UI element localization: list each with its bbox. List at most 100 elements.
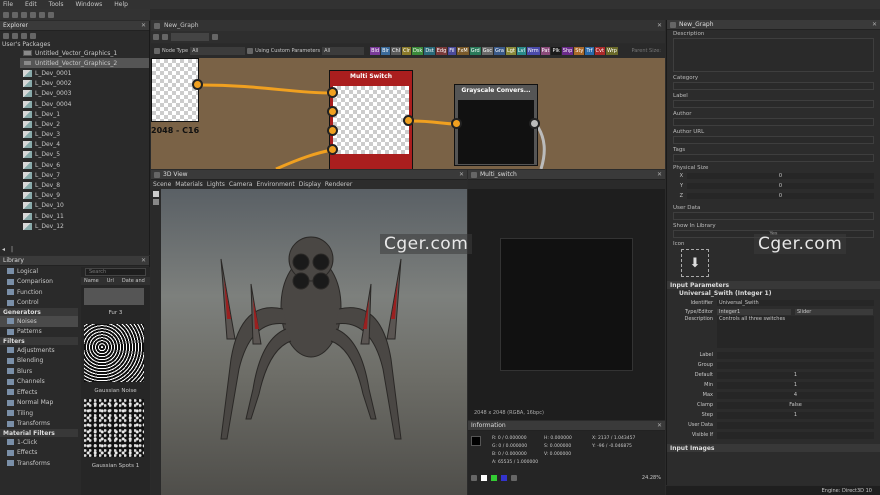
param-row-field[interactable]: 4 <box>717 391 874 399</box>
output-pin[interactable] <box>192 79 203 90</box>
new-icon[interactable] <box>3 11 9 18</box>
menu-edit[interactable]: Edit <box>25 1 37 8</box>
output-pin[interactable] <box>403 115 414 126</box>
explorer-item[interactable]: L_Dev_8 <box>20 180 149 190</box>
menu-tools[interactable]: Tools <box>49 1 64 8</box>
zoom-level[interactable]: 24.28% <box>642 475 661 481</box>
custom-params-select[interactable]: All <box>322 47 365 55</box>
channel-icon[interactable] <box>471 475 477 481</box>
explorer-item[interactable]: L_Dev_0004 <box>20 99 149 109</box>
library-item[interactable]: 1-Click <box>0 437 78 448</box>
param-row-field[interactable]: 1 <box>717 411 874 419</box>
library-item[interactable]: Transforms <box>0 419 78 430</box>
library-item[interactable]: Comparison <box>0 277 78 288</box>
close-icon[interactable]: ✕ <box>657 22 662 29</box>
view3d-menu-item[interactable]: Renderer <box>325 181 352 188</box>
close-icon[interactable]: ✕ <box>141 257 146 264</box>
param-description-field[interactable]: Controls all three switches <box>717 316 874 348</box>
category-chip[interactable]: Pat <box>540 47 551 55</box>
close-icon[interactable]: ✕ <box>657 422 662 429</box>
category-chip[interactable]: Cvt <box>594 47 605 55</box>
library-item[interactable]: Effects <box>0 387 78 398</box>
grayscale-node[interactable]: Grayscale Convers... <box>454 84 538 166</box>
category-chip[interactable]: Bld <box>370 47 381 55</box>
category-chip[interactable]: Trf <box>585 47 594 55</box>
graph-tab[interactable]: New_Graph <box>164 22 199 29</box>
param-row-field[interactable]: False <box>717 401 874 409</box>
identifier-field[interactable]: Universal_Swith <box>717 299 874 306</box>
open-package-icon[interactable] <box>12 32 18 39</box>
explorer-item[interactable]: L_Dev_10 <box>20 201 149 211</box>
explorer-item[interactable]: Untitled_Vector_Graphics_2 <box>20 58 149 69</box>
thumb-gaussian-noise[interactable] <box>84 324 144 382</box>
category-chip[interactable]: Nrm <box>527 47 540 55</box>
input-parameters-header[interactable]: Input Parameters <box>667 281 880 289</box>
input-pin[interactable] <box>327 125 338 136</box>
library-item[interactable]: Channels <box>0 377 78 388</box>
library-item[interactable]: Transforms <box>0 458 78 469</box>
param-header[interactable]: Universal_Swith (Integer 1) <box>667 289 880 298</box>
undo-icon[interactable] <box>39 11 45 18</box>
close-icon[interactable]: ✕ <box>459 171 464 178</box>
category-chip[interactable]: Shp <box>561 47 574 55</box>
category-chip[interactable]: Chl <box>390 47 402 55</box>
category-chip[interactable]: Edg <box>435 47 448 55</box>
library-item[interactable]: Blurs <box>0 366 78 377</box>
input-pin[interactable] <box>327 87 338 98</box>
view3d-menu-item[interactable]: Camera <box>229 181 253 188</box>
redo-icon[interactable] <box>48 11 54 18</box>
explorer-prev-icon[interactable]: ◂ <box>2 246 5 253</box>
library-item[interactable]: Adjustments <box>0 345 78 356</box>
size-field[interactable]: 0 <box>687 173 874 179</box>
tags-field[interactable] <box>673 154 874 162</box>
explorer-root[interactable]: User's Packages <box>0 40 149 48</box>
col-date[interactable]: Date and <box>122 278 145 284</box>
col-url[interactable]: Url <box>107 278 114 284</box>
library-section-header[interactable]: Generators <box>0 308 78 316</box>
category-chip[interactable]: Grd <box>469 47 481 55</box>
param-row-field[interactable] <box>717 361 874 369</box>
param-row-field[interactable] <box>717 351 874 359</box>
node-type-select[interactable]: All <box>190 47 246 55</box>
label-field[interactable] <box>673 100 874 108</box>
save-icon[interactable] <box>21 11 27 18</box>
output-pin[interactable] <box>529 118 540 129</box>
category-chip[interactable]: Lgt <box>505 47 516 55</box>
category-chip[interactable]: Gra <box>493 47 505 55</box>
view3d-menu-item[interactable]: Lights <box>207 181 225 188</box>
size-field[interactable]: 0 <box>687 183 874 189</box>
grid-icon[interactable] <box>153 34 159 40</box>
library-item[interactable]: Patterns <box>0 327 78 338</box>
category-chip[interactable]: FxM <box>456 47 469 55</box>
category-chip[interactable]: Dst <box>424 47 435 55</box>
close-icon[interactable]: ✕ <box>141 22 146 29</box>
category-chip[interactable]: Wrp <box>605 47 618 55</box>
refresh-icon[interactable] <box>30 32 36 39</box>
editor-select[interactable]: Slider <box>795 308 873 315</box>
white-channel-icon[interactable] <box>481 475 487 481</box>
library-item[interactable]: Normal Map <box>0 398 78 409</box>
library-search-input[interactable]: Search <box>85 268 146 276</box>
explorer-item[interactable]: Untitled_Vector_Graphics_1 <box>20 48 149 58</box>
download-icon[interactable]: ⬇ <box>681 249 709 277</box>
library-item[interactable]: Control <box>0 298 78 309</box>
library-item[interactable]: Noises <box>0 316 78 327</box>
size-field[interactable]: 0 <box>687 193 874 199</box>
explorer-item[interactable]: L_Dev_2 <box>20 119 149 129</box>
input-pin[interactable] <box>327 144 338 155</box>
category-chip[interactable]: Sty <box>574 47 585 55</box>
alpha-icon[interactable] <box>511 475 517 481</box>
category-chip[interactable]: Plk <box>551 47 561 55</box>
input-pin[interactable] <box>451 118 462 129</box>
save-package-icon[interactable] <box>21 32 27 39</box>
explorer-item[interactable]: L_Dev_7 <box>20 170 149 180</box>
col-name[interactable]: Name <box>84 278 99 284</box>
explorer-item[interactable]: L_Dev_5 <box>20 150 149 160</box>
library-section-header[interactable]: Material Filters <box>0 429 78 437</box>
menu-windows[interactable]: Windows <box>75 1 102 8</box>
graph-canvas[interactable]: 2048 - C16 Multi Switch Grayscale Conver… <box>151 58 665 169</box>
view3d-menu-item[interactable]: Display <box>299 181 321 188</box>
multi-switch-node[interactable]: Multi Switch <box>329 70 413 169</box>
frame-icon[interactable] <box>162 34 168 40</box>
description-field[interactable] <box>673 38 874 72</box>
